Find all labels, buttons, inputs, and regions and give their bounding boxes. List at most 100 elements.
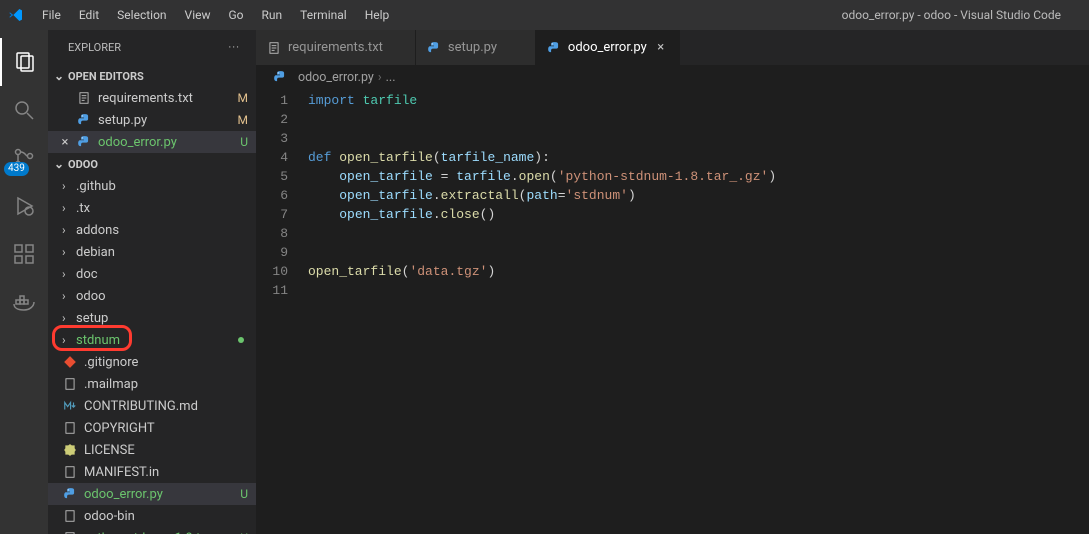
open-editors-section[interactable]: ⌄ OPEN EDITORS — [48, 65, 256, 87]
folder-item[interactable]: ›doc — [48, 263, 256, 285]
file-item[interactable]: .mailmap — [48, 373, 256, 395]
explorer-icon[interactable] — [0, 38, 48, 86]
file-name: MANIFEST.in — [84, 465, 159, 480]
folder-item[interactable]: ›debian — [48, 241, 256, 263]
file-name: .mailmap — [84, 377, 138, 392]
chevron-right-icon: › — [62, 245, 74, 259]
titlebar: FileEditSelectionViewGoRunTerminalHelp o… — [0, 0, 1089, 30]
breadcrumb-ellipsis: ... — [386, 70, 396, 85]
open-editors-tree: × requirements.txt M ×setup.pyM×odoo_error.… — [48, 87, 256, 153]
tab-label: odoo_error.py — [568, 40, 647, 55]
code-line[interactable]: import tarfile — [308, 91, 1089, 110]
menu-view[interactable]: View — [177, 4, 219, 26]
breadcrumbs[interactable]: odoo_error.py › ... — [256, 65, 1089, 89]
vcs-status: U — [240, 487, 248, 501]
file-item[interactable]: CONTRIBUTING.md — [48, 395, 256, 417]
explorer-header: EXPLORER ··· — [48, 30, 256, 65]
menu-terminal[interactable]: Terminal — [292, 4, 355, 26]
open-editor-item[interactable]: ×setup.pyM — [48, 109, 256, 131]
file-name: python-stdnum-1.8.tar ... — [84, 531, 225, 534]
file-item[interactable]: python-stdnum-1.8.tar ...U — [48, 527, 256, 534]
code-line[interactable]: open_tarfile('data.tgz') — [308, 262, 1089, 281]
folder-item[interactable]: ›setup — [48, 307, 256, 329]
file-name: requirements.txt — [98, 91, 193, 106]
code-line[interactable] — [308, 224, 1089, 243]
folder-name: setup — [76, 311, 108, 326]
folder-item[interactable]: ›addons — [48, 219, 256, 241]
run-debug-icon[interactable] — [0, 182, 48, 230]
file-icon — [62, 530, 78, 534]
code-line[interactable]: open_tarfile.extractall(path='stdnum') — [308, 186, 1089, 205]
folder-item[interactable]: ›stdnum — [48, 329, 256, 351]
code-editor[interactable]: 1234567891011 import tarfile def open_tar… — [256, 89, 1089, 534]
editor-tab[interactable]: setup.py× — [416, 30, 536, 65]
folder-name: addons — [76, 223, 119, 238]
vcs-status: M — [238, 91, 248, 105]
explorer-more-icon[interactable]: ··· — [228, 41, 240, 54]
vscode-logo-icon — [8, 7, 24, 23]
folder-item[interactable]: ›odoo — [48, 285, 256, 307]
close-icon[interactable]: × — [653, 40, 669, 55]
file-icon — [76, 134, 92, 150]
menu-selection[interactable]: Selection — [109, 4, 174, 26]
code-line[interactable]: open_tarfile = tarfile.open('python-stdn… — [308, 167, 1089, 186]
file-name: odoo-bin — [84, 509, 135, 524]
folder-name: debian — [76, 245, 115, 260]
folder-name: odoo — [76, 289, 106, 304]
menu-bar: FileEditSelectionViewGoRunTerminalHelp — [34, 4, 397, 26]
open-editor-item[interactable]: ×odoo_error.pyU — [48, 131, 256, 153]
code-line[interactable] — [308, 129, 1089, 148]
editor-tab[interactable]: odoo_error.py × — [536, 30, 680, 65]
code-line[interactable] — [308, 281, 1089, 300]
file-icon — [76, 112, 92, 128]
code-line[interactable] — [308, 110, 1089, 129]
file-item[interactable]: odoo_error.py U — [48, 483, 256, 505]
file-item[interactable]: MANIFEST.in — [48, 461, 256, 483]
chevron-right-icon: › — [62, 223, 74, 237]
folder-name: .github — [76, 179, 116, 194]
explorer-title: EXPLORER — [68, 41, 121, 54]
open-editor-item[interactable]: ×requirements.txtM — [48, 87, 256, 109]
file-item[interactable]: LICENSE — [48, 439, 256, 461]
close-icon[interactable]: × — [58, 135, 72, 150]
code-line[interactable]: open_tarfile.close() — [308, 205, 1089, 224]
tab-label: setup.py — [448, 40, 497, 55]
folder-tree: ›.github›.tx›addons›debian›doc›odoo›setu… — [48, 175, 256, 534]
file-item[interactable]: COPYRIGHT — [48, 417, 256, 439]
file-name: setup.py — [98, 113, 147, 128]
file-icon — [62, 420, 78, 436]
file-name: LICENSE — [84, 443, 135, 458]
folder-section[interactable]: ⌄ ODOO — [48, 153, 256, 175]
tab-label: requirements.txt — [288, 40, 383, 55]
code-line[interactable] — [308, 243, 1089, 262]
untracked-dot-icon — [238, 337, 244, 343]
chevron-right-icon: › — [62, 311, 74, 325]
menu-help[interactable]: Help — [357, 4, 398, 26]
menu-edit[interactable]: Edit — [71, 4, 107, 26]
menu-file[interactable]: File — [34, 4, 69, 26]
chevron-right-icon: › — [62, 289, 74, 303]
docker-icon[interactable] — [0, 278, 48, 326]
code-line[interactable]: def open_tarfile(tarfile_name): — [308, 148, 1089, 167]
line-number-gutter: 1234567891011 — [256, 91, 308, 534]
source-control-icon[interactable]: 439 — [0, 134, 48, 182]
chevron-right-icon: › — [62, 201, 74, 215]
breadcrumb-file: odoo_error.py — [298, 70, 374, 85]
folder-item[interactable]: ›.tx — [48, 197, 256, 219]
file-icon — [62, 376, 78, 392]
folder-name: doc — [76, 267, 98, 282]
menu-run[interactable]: Run — [254, 4, 291, 26]
file-item[interactable]: .gitignore — [48, 351, 256, 373]
menu-go[interactable]: Go — [221, 4, 252, 26]
search-icon[interactable] — [0, 86, 48, 134]
chevron-right-icon: › — [62, 333, 74, 347]
scm-badge: 439 — [4, 162, 29, 176]
editor-tab[interactable]: requirements.txt× — [256, 30, 416, 65]
code-content[interactable]: import tarfile def open_tarfile(tarfile_n… — [308, 91, 1089, 534]
folder-item[interactable]: ›.github — [48, 175, 256, 197]
file-item[interactable]: odoo-bin — [48, 505, 256, 527]
file-icon — [62, 398, 78, 414]
extensions-icon[interactable] — [0, 230, 48, 278]
file-name: odoo_error.py — [84, 487, 163, 502]
window-title: odoo_error.py - odoo - Visual Studio Cod… — [842, 8, 1081, 22]
